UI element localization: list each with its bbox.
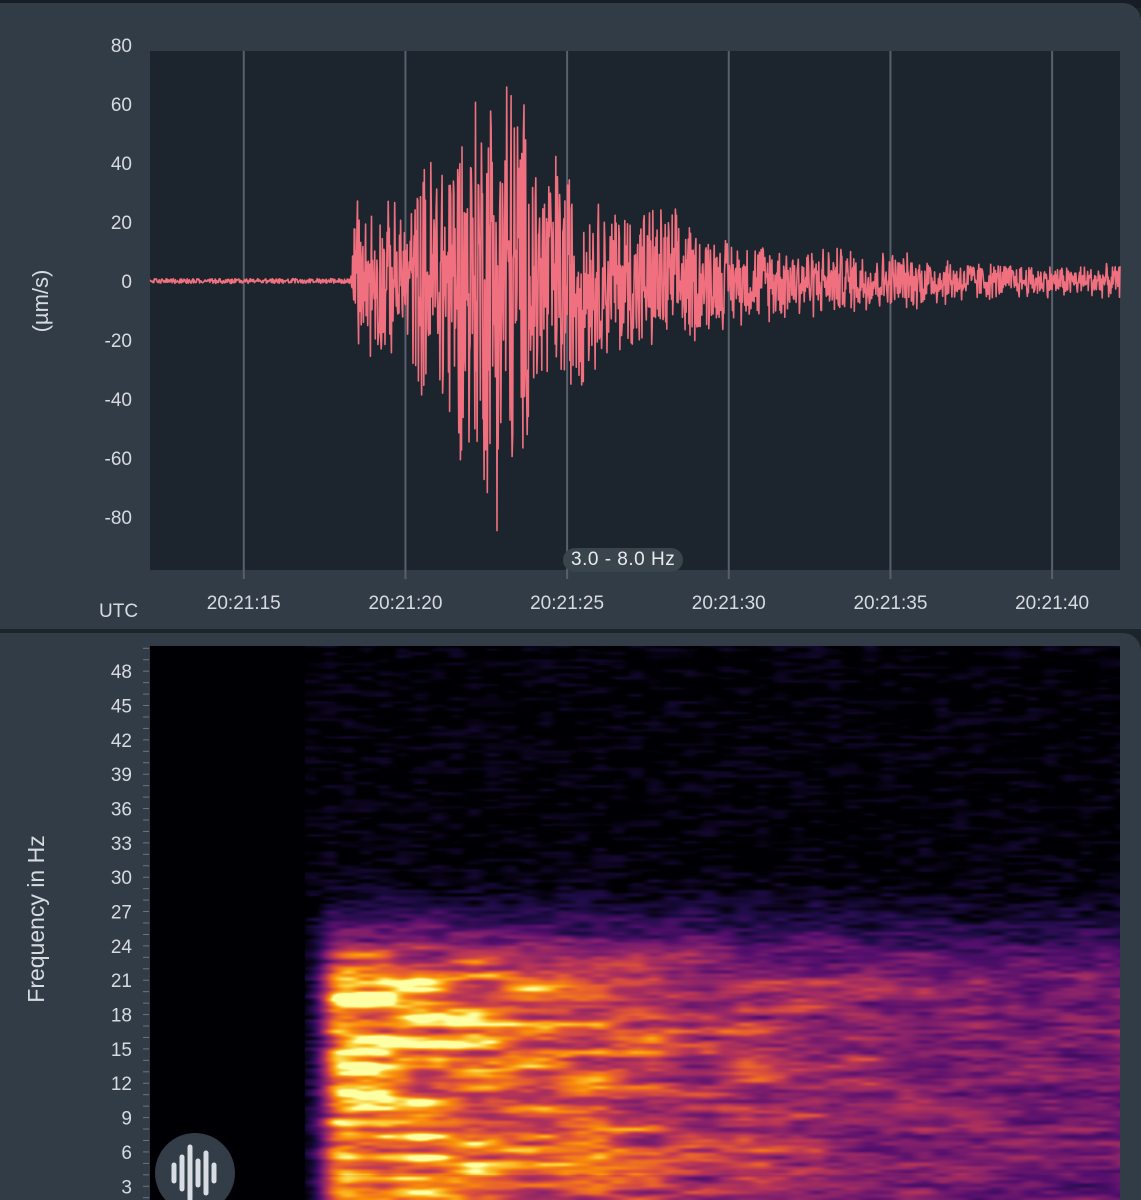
frequency-tick-label: 18 <box>111 1006 132 1027</box>
frequency-tick-label: 24 <box>111 937 133 958</box>
y-tick-label: -20 <box>105 331 132 352</box>
frequency-axis-label: Frequency in Hz <box>23 835 49 1002</box>
frequency-tick-label: 48 <box>111 662 132 683</box>
y-axis-label: (µm/s) <box>28 270 53 333</box>
y-tick-label: -80 <box>105 508 132 529</box>
y-tick-label: 40 <box>111 154 132 175</box>
frequency-tick-label: 9 <box>121 1109 132 1130</box>
frequency-tick-label: 3 <box>121 1177 132 1198</box>
frequency-tick-label: 33 <box>111 834 132 855</box>
frequency-tick-label: 15 <box>111 1040 132 1061</box>
frequency-tick-label: 42 <box>111 731 132 752</box>
frequency-tick-label: 27 <box>111 903 132 924</box>
y-tick-label: 80 <box>111 36 132 57</box>
y-tick-label: 0 <box>121 272 132 293</box>
x-tick-label: 20:21:30 <box>692 593 766 614</box>
y-tick-label: 20 <box>111 213 132 234</box>
spectrogram-heatmap <box>150 646 1120 1200</box>
x-tick-label: 20:21:40 <box>1015 593 1089 614</box>
frequency-tick-label: 30 <box>111 868 132 889</box>
seismogram-x-ticks: 20:21:15 20:21:20 20:21:25 20:21:30 20:21:35… <box>207 570 1089 614</box>
app: 60 40 20 0 -20 -40 -60 -80 80 20:21:15 20:21:20 20… <box>0 0 1141 1200</box>
frequency-tick-label: 36 <box>111 800 132 821</box>
x-tick-label: 20:21:20 <box>368 593 442 614</box>
y-tick-label: 60 <box>111 95 132 116</box>
frequency-tick-label: 6 <box>121 1143 132 1164</box>
seismogram-plot-area <box>150 51 1120 570</box>
seismogram-chart: 6040200-20-40-60-8080 20:21:15 20:21:20 20… <box>28 36 1121 614</box>
frequency-tick-label: 45 <box>111 697 132 718</box>
x-tick-label: 20:21:35 <box>853 593 927 614</box>
y-tick-label: -60 <box>105 449 132 470</box>
frequency-tick-label: 39 <box>111 765 132 786</box>
waveform-icon <box>171 1144 217 1200</box>
x-tick-label: 20:21:25 <box>530 593 604 614</box>
seismogram-y-ticks: 60 40 20 0 -20 -40 -60 -80 80 <box>105 36 132 529</box>
seismogram-card: 60 40 20 0 -20 -40 -60 -80 80 20:21:15 20:21:20 20… <box>0 3 1141 629</box>
filter-badge[interactable]: 3.0 - 8.0 Hz <box>563 548 684 572</box>
frequency-tick-label: 21 <box>111 971 132 992</box>
frequency-tick-label: 12 <box>111 1074 132 1095</box>
x-tick-label: 20:21:15 <box>207 593 281 614</box>
waveform-button[interactable] <box>155 1133 235 1200</box>
spectrogram-minor-ticks <box>143 647 149 1199</box>
x-axis-label: UTC <box>99 601 139 622</box>
y-tick-label: -40 <box>105 390 132 411</box>
spectrogram-y-ticks: 36912151821242730333639424548 <box>111 662 133 1198</box>
